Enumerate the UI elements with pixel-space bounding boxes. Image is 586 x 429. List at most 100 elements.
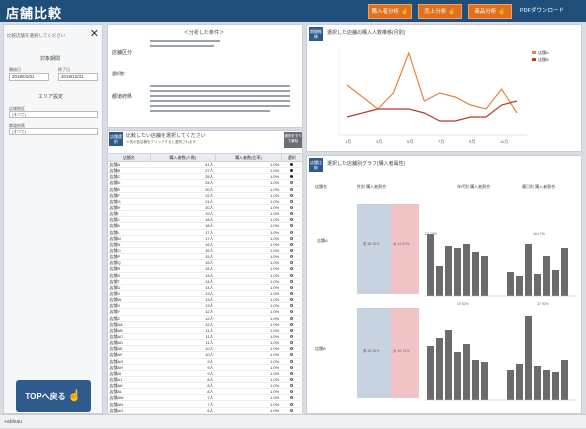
select-dot-icon — [290, 230, 294, 234]
select-dot-icon — [290, 335, 294, 338]
select-dot-icon — [290, 193, 294, 197]
weekday-bar[interactable] — [552, 372, 559, 400]
weekday-bar[interactable] — [561, 360, 568, 400]
buyer-ratio: 1.0% — [215, 407, 282, 414]
top-back-button[interactable]: TOPへ戻る ☝ — [16, 380, 91, 412]
weekday-bar[interactable] — [525, 316, 532, 400]
legend-swatch-b — [532, 58, 536, 61]
weekday-bar[interactable] — [561, 248, 568, 296]
age-bar[interactable] — [427, 346, 434, 400]
select-dot-icon — [290, 328, 294, 332]
from-date-input[interactable]: 2019/01/01 — [9, 73, 49, 81]
pdf-download-link[interactable]: PDFダウンロード — [520, 4, 582, 19]
trend-chart: 1月 3月 5月 7月 9月 11月 店舗A 店舗B — [338, 47, 549, 144]
select-dot-icon — [290, 187, 294, 191]
buyer-analysis-button[interactable]: 購入者分析 ☝ — [368, 4, 412, 19]
conditions-text-block — [150, 40, 290, 112]
weekday-bar[interactable] — [543, 370, 550, 400]
select-dot-icon — [290, 236, 294, 240]
prefecture-label: 都道府県 — [112, 94, 133, 100]
col-select[interactable]: 選択 — [280, 153, 304, 162]
weekday-bar[interactable] — [534, 366, 541, 400]
comparison-bars — [425, 234, 577, 401]
select-dot-icon — [290, 279, 294, 283]
age-bar[interactable] — [463, 244, 470, 296]
age-bar[interactable] — [445, 330, 452, 400]
reset-selection-button[interactable]: 選択をすべて解除 — [284, 132, 302, 148]
weekday-bar[interactable] — [516, 364, 523, 400]
close-icon[interactable]: ✕ — [90, 27, 99, 40]
x-tick-label: 9月 — [469, 139, 475, 144]
select-dot-icon — [290, 310, 294, 314]
store-table: 店舗名 購入者数(人数) 購入者数(比率) 選択 店舗A 41人 1.0% 店舗… — [107, 153, 304, 414]
weekday-bar[interactable] — [534, 274, 541, 296]
area-select[interactable]: (すべて) — [9, 111, 98, 118]
weekday-bar[interactable] — [552, 270, 559, 296]
pref-select[interactable]: (すべて) — [9, 128, 98, 135]
col-store-name[interactable]: 店舗名 — [107, 153, 151, 162]
sales-analysis-button[interactable]: 売上分析 ☝ — [418, 4, 462, 19]
age-bar[interactable] — [472, 252, 479, 296]
series-b-line — [346, 100, 518, 122]
col-buyer-ratio[interactable]: 購入者数(比率) — [215, 153, 282, 162]
age-bar[interactable] — [463, 344, 470, 400]
select-dot-icon — [290, 390, 294, 394]
age-bar[interactable] — [445, 246, 452, 296]
select-dot-icon — [290, 292, 294, 296]
age-bar[interactable] — [481, 256, 488, 296]
series-a-line — [346, 51, 518, 114]
age-bar[interactable] — [472, 360, 479, 400]
select-dot-icon — [290, 371, 294, 375]
select-dot-icon — [290, 175, 294, 179]
select-dot-icon — [290, 261, 294, 265]
trend-panel: 期間推移 選択した店舗の購入人数推移(月別) 1月 3月 5月 7月 9月 11月 店舗A… — [306, 24, 582, 152]
weekday-bar[interactable] — [507, 370, 514, 400]
select-dot-icon — [290, 169, 294, 173]
age-bar[interactable] — [454, 352, 461, 400]
sidebar-hint: 比較店舗を選択してください — [7, 33, 66, 38]
app-window: 店舗比較 購入者分析 ☝ 売上分析 ☝ 商品分析 ☝ PDFダウンロード 比較店舗を選… — [0, 0, 586, 428]
weekday-bar[interactable] — [525, 244, 532, 296]
col-buyer-count[interactable]: 購入者数(人数) — [149, 153, 217, 162]
legend-swatch-a — [532, 51, 536, 54]
select-dot-icon — [290, 163, 294, 167]
page-title: 店舗比較 — [6, 6, 63, 21]
legend-b: 店舗B — [538, 56, 549, 62]
select-toggle[interactable] — [281, 407, 303, 414]
product-analysis-button[interactable]: 商品分析 ☝ — [468, 4, 512, 19]
legend-a: 店舗A — [538, 49, 549, 55]
x-tick-label: 5月 — [407, 139, 413, 144]
select-dot-icon — [290, 408, 294, 412]
age-bar[interactable] — [427, 234, 434, 296]
select-dot-icon — [290, 316, 294, 320]
store-select-tag: 店舗選択 — [109, 132, 123, 146]
select-dot-icon — [290, 322, 294, 326]
to-date-input[interactable]: 2019/12/31 — [58, 73, 98, 81]
weekday-bar[interactable] — [516, 276, 523, 296]
select-dot-icon — [290, 242, 294, 246]
header-bar: 店舗比較 購入者分析 ☝ 売上分析 ☝ 商品分析 ☝ PDFダウンロード — [0, 0, 586, 22]
area-section-label: エリア設定 — [38, 94, 64, 100]
weekday-bar[interactable] — [543, 256, 550, 296]
select-dot-icon — [290, 273, 294, 277]
select-dot-icon — [290, 353, 294, 357]
x-tick-label: 11月 — [500, 139, 508, 144]
table-row[interactable]: 店舗AO 6人 1.0% — [107, 407, 303, 414]
buyer-count: 6人 — [150, 407, 216, 414]
x-tick-label: 3月 — [376, 139, 382, 144]
select-dot-icon — [290, 304, 294, 308]
select-dot-icon — [290, 212, 294, 216]
select-dot-icon — [290, 298, 294, 302]
store-type-label: 店舗区分 — [112, 50, 133, 56]
select-dot-icon — [290, 402, 294, 406]
age-bar[interactable] — [436, 266, 443, 296]
select-dot-icon — [290, 206, 294, 210]
x-tick-label: 1月 — [345, 139, 351, 144]
age-bar[interactable] — [436, 338, 443, 400]
weekday-bar[interactable] — [507, 272, 514, 296]
selected-count-label: 選択数： — [112, 71, 128, 76]
status-bar: +ableau — [0, 414, 586, 428]
age-bar[interactable] — [481, 362, 488, 400]
conditions-panel: ＜分析した条件＞ 店舗区分 選択数： 都道府県 — [107, 24, 303, 128]
age-bar[interactable] — [454, 248, 461, 296]
